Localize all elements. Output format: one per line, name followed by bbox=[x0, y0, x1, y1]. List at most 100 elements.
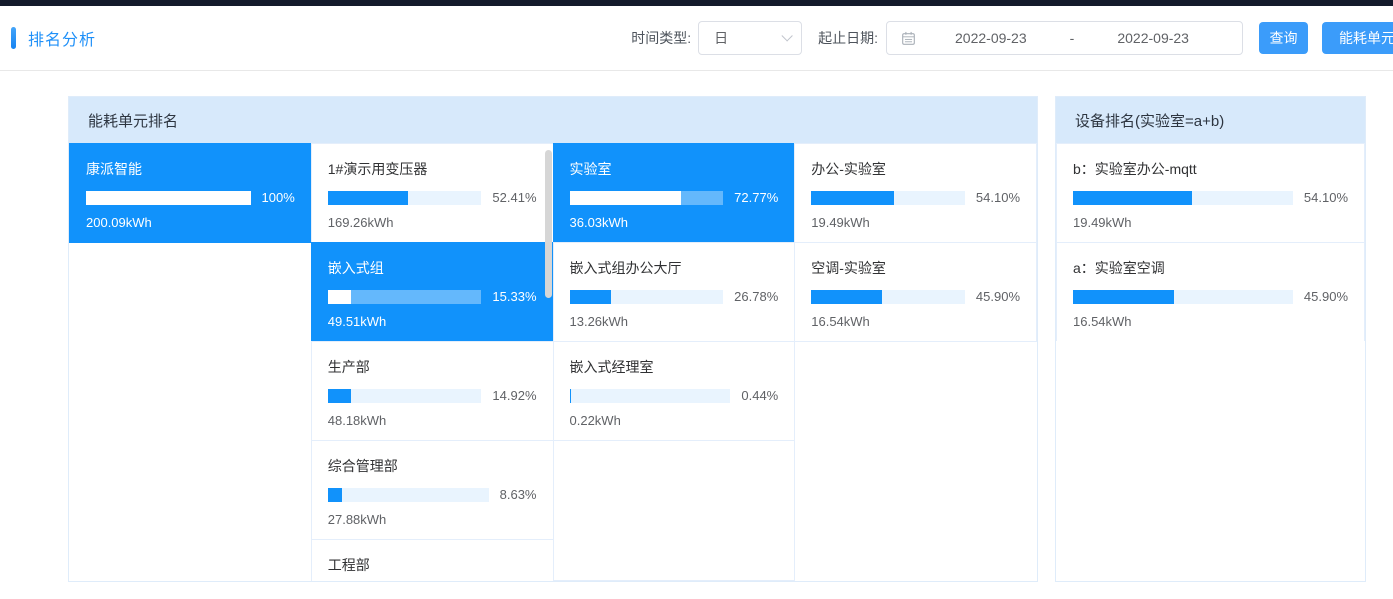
energy-value: 36.03kWh bbox=[570, 215, 779, 230]
energy-value: 49.51kWh bbox=[328, 314, 537, 329]
rank-card-name: 嵌入式组 bbox=[312, 243, 553, 278]
progress-bar-fill bbox=[1073, 290, 1174, 304]
percent-label: 26.78% bbox=[734, 289, 778, 304]
energy-value: 48.18kWh bbox=[328, 413, 537, 428]
progress-bar-fill bbox=[86, 191, 251, 205]
rank-card[interactable]: 嵌入式组 15.33% 49.51kWh bbox=[311, 242, 554, 342]
rank-card[interactable]: a：实验室空调45.90%16.54kWh bbox=[1056, 242, 1365, 342]
progress-bar-track bbox=[570, 191, 724, 205]
progress-bar-track bbox=[86, 191, 251, 205]
percent-label: 45.90% bbox=[976, 289, 1020, 304]
percent-label: 54.10% bbox=[976, 190, 1020, 205]
date-range-label: 起止日期: bbox=[818, 28, 878, 48]
empty-cell bbox=[1056, 341, 1365, 581]
rank-column: 1#演示用变压器 52.41% 169.26kWh 嵌入式组 15.33% 49.51kW… bbox=[311, 143, 554, 581]
energy-value: 16.54kWh bbox=[811, 314, 1020, 329]
progress-bar-row: 52.41% bbox=[328, 190, 537, 205]
rank-card[interactable]: b：实验室办公-mqtt54.10%19.49kWh bbox=[1056, 143, 1365, 243]
rank-card[interactable]: 实验室 72.77% 36.03kWh bbox=[553, 143, 796, 243]
progress-bar-track bbox=[1073, 290, 1293, 304]
energy-value: 0.22kWh bbox=[570, 413, 779, 428]
rank-card[interactable]: 1#演示用变压器 52.41% 169.26kWh bbox=[311, 143, 554, 243]
progress-bar-row: 14.92% bbox=[328, 388, 537, 403]
page-title: 排名分析 bbox=[28, 26, 96, 50]
rank-card[interactable]: 嵌入式经理室0.44%0.22kWh bbox=[553, 341, 796, 441]
rank-card-name: 空调-实验室 bbox=[795, 243, 1036, 278]
rank-card[interactable]: 综合管理部8.63%27.88kWh bbox=[311, 440, 554, 540]
percent-label: 54.10% bbox=[1304, 190, 1348, 205]
percent-label: 0.44% bbox=[741, 388, 778, 403]
energy-value: 169.26kWh bbox=[328, 215, 537, 230]
device-ranking-title: 设备排名(实验室=a+b) bbox=[1056, 97, 1365, 143]
time-type-select[interactable]: 日 bbox=[698, 21, 802, 55]
time-type-label: 时间类型: bbox=[631, 28, 691, 48]
main-content: 能耗单元排名 康派智能100%200.09kWh1#演示用变压器52.41%16… bbox=[68, 96, 1393, 582]
progress-bar-row: 15.33% bbox=[328, 289, 537, 304]
query-button[interactable]: 查询 bbox=[1259, 22, 1308, 54]
progress-bar-track bbox=[570, 290, 724, 304]
progress-bar-row: 45.90% bbox=[811, 289, 1020, 304]
calendar-icon bbox=[901, 31, 916, 46]
date-range-picker[interactable]: 2022-09-23 - 2022-09-23 bbox=[886, 21, 1243, 55]
device-ranking-body: b：实验室办公-mqtt54.10%19.49kWha：实验室空调45.90%1… bbox=[1056, 143, 1365, 581]
progress-bar-track bbox=[1073, 191, 1293, 205]
progress-bar-track bbox=[811, 191, 965, 205]
energy-value: 16.54kWh bbox=[1073, 314, 1348, 329]
progress-bar-row: 0.44% bbox=[570, 388, 779, 403]
toolbar: 时间类型: 日 起止日期: 2022-09-23 - 2022-09-23 查询… bbox=[631, 21, 1393, 55]
rank-card-name: 康派智能 bbox=[70, 144, 311, 179]
energy-unit-ranking-body: 康派智能 100% 200.09kWh 1#演示用变压器 52.41% 169.26kWh… bbox=[69, 143, 1037, 581]
rank-card[interactable]: 空调-实验室 45.90% 16.54kWh bbox=[794, 242, 1037, 342]
progress-bar-track bbox=[328, 389, 482, 403]
rank-card[interactable]: 办公-实验室 54.10% 19.49kWh bbox=[794, 143, 1037, 243]
rank-card-name: 1#演示用变压器 bbox=[312, 144, 553, 179]
progress-bar-row: 45.90% bbox=[1073, 289, 1348, 304]
empty-cell bbox=[553, 440, 796, 581]
percent-label: 72.77% bbox=[734, 190, 778, 205]
progress-bar-fill bbox=[570, 389, 571, 403]
device-ranking-panel: 设备排名(实验室=a+b) b：实验室办公-mqtt54.10%19.49kWh… bbox=[1055, 96, 1366, 582]
rank-card-name: 嵌入式组办公大厅 bbox=[554, 243, 795, 278]
progress-bar-row: 54.10% bbox=[811, 190, 1020, 205]
progress-bar-fill bbox=[1073, 191, 1192, 205]
progress-bar-track bbox=[570, 389, 731, 403]
app-header: 排名分析 时间类型: 日 起止日期: 2022-09-23 - 2022-09-… bbox=[0, 6, 1393, 71]
rank-card-name: 工程部 bbox=[312, 540, 553, 575]
date-start-value[interactable]: 2022-09-23 bbox=[916, 30, 1066, 46]
energy-unit-ranking-panel: 能耗单元排名 康派智能100%200.09kWh1#演示用变压器52.41%16… bbox=[68, 96, 1038, 582]
energy-value: 13.26kWh bbox=[570, 314, 779, 329]
energy-unit-board-button[interactable]: 能耗单元看板 bbox=[1322, 22, 1393, 54]
progress-bar-track bbox=[328, 191, 482, 205]
date-separator: - bbox=[1066, 30, 1079, 46]
rank-card[interactable]: 嵌入式组办公大厅 26.78% 13.26kWh bbox=[553, 242, 796, 342]
rank-column: 办公-实验室 54.10% 19.49kWh 空调-实验室 45.90% 16.54kWh bbox=[794, 143, 1037, 581]
rank-column: 康派智能 100% 200.09kWh bbox=[69, 143, 312, 581]
progress-bar-fill bbox=[570, 191, 682, 205]
column-empty-area bbox=[69, 243, 312, 581]
progress-bar-fill bbox=[570, 290, 611, 304]
scrollbar-thumb[interactable] bbox=[545, 150, 552, 298]
rank-card[interactable]: 康派智能 100% 200.09kWh bbox=[69, 143, 312, 243]
progress-bar-track bbox=[811, 290, 965, 304]
rank-card[interactable]: 生产部14.92%48.18kWh bbox=[311, 341, 554, 441]
rank-card[interactable]: 工程部 bbox=[311, 539, 554, 581]
energy-value: 200.09kWh bbox=[86, 215, 295, 230]
progress-bar-fill bbox=[811, 290, 882, 304]
rank-card-name: 办公-实验室 bbox=[795, 144, 1036, 179]
progress-bar-track bbox=[328, 488, 489, 502]
chevron-down-icon bbox=[782, 30, 793, 41]
progress-bar-fill bbox=[328, 290, 352, 304]
progress-bar-fill bbox=[328, 488, 342, 502]
energy-value: 19.49kWh bbox=[811, 215, 1020, 230]
rank-card-name: 实验室 bbox=[554, 144, 795, 179]
progress-bar-track bbox=[328, 290, 482, 304]
percent-label: 100% bbox=[262, 190, 295, 205]
percent-label: 15.33% bbox=[492, 289, 536, 304]
percent-label: 45.90% bbox=[1304, 289, 1348, 304]
rank-column: 实验室 72.77% 36.03kWh 嵌入式组办公大厅 26.78% 13.26kWh嵌… bbox=[553, 143, 796, 581]
energy-value: 27.88kWh bbox=[328, 512, 537, 527]
progress-bar-fill bbox=[328, 389, 351, 403]
date-end-value[interactable]: 2022-09-23 bbox=[1078, 30, 1228, 46]
title-accent-bar bbox=[11, 27, 16, 49]
progress-bar-row: 8.63% bbox=[328, 487, 537, 502]
